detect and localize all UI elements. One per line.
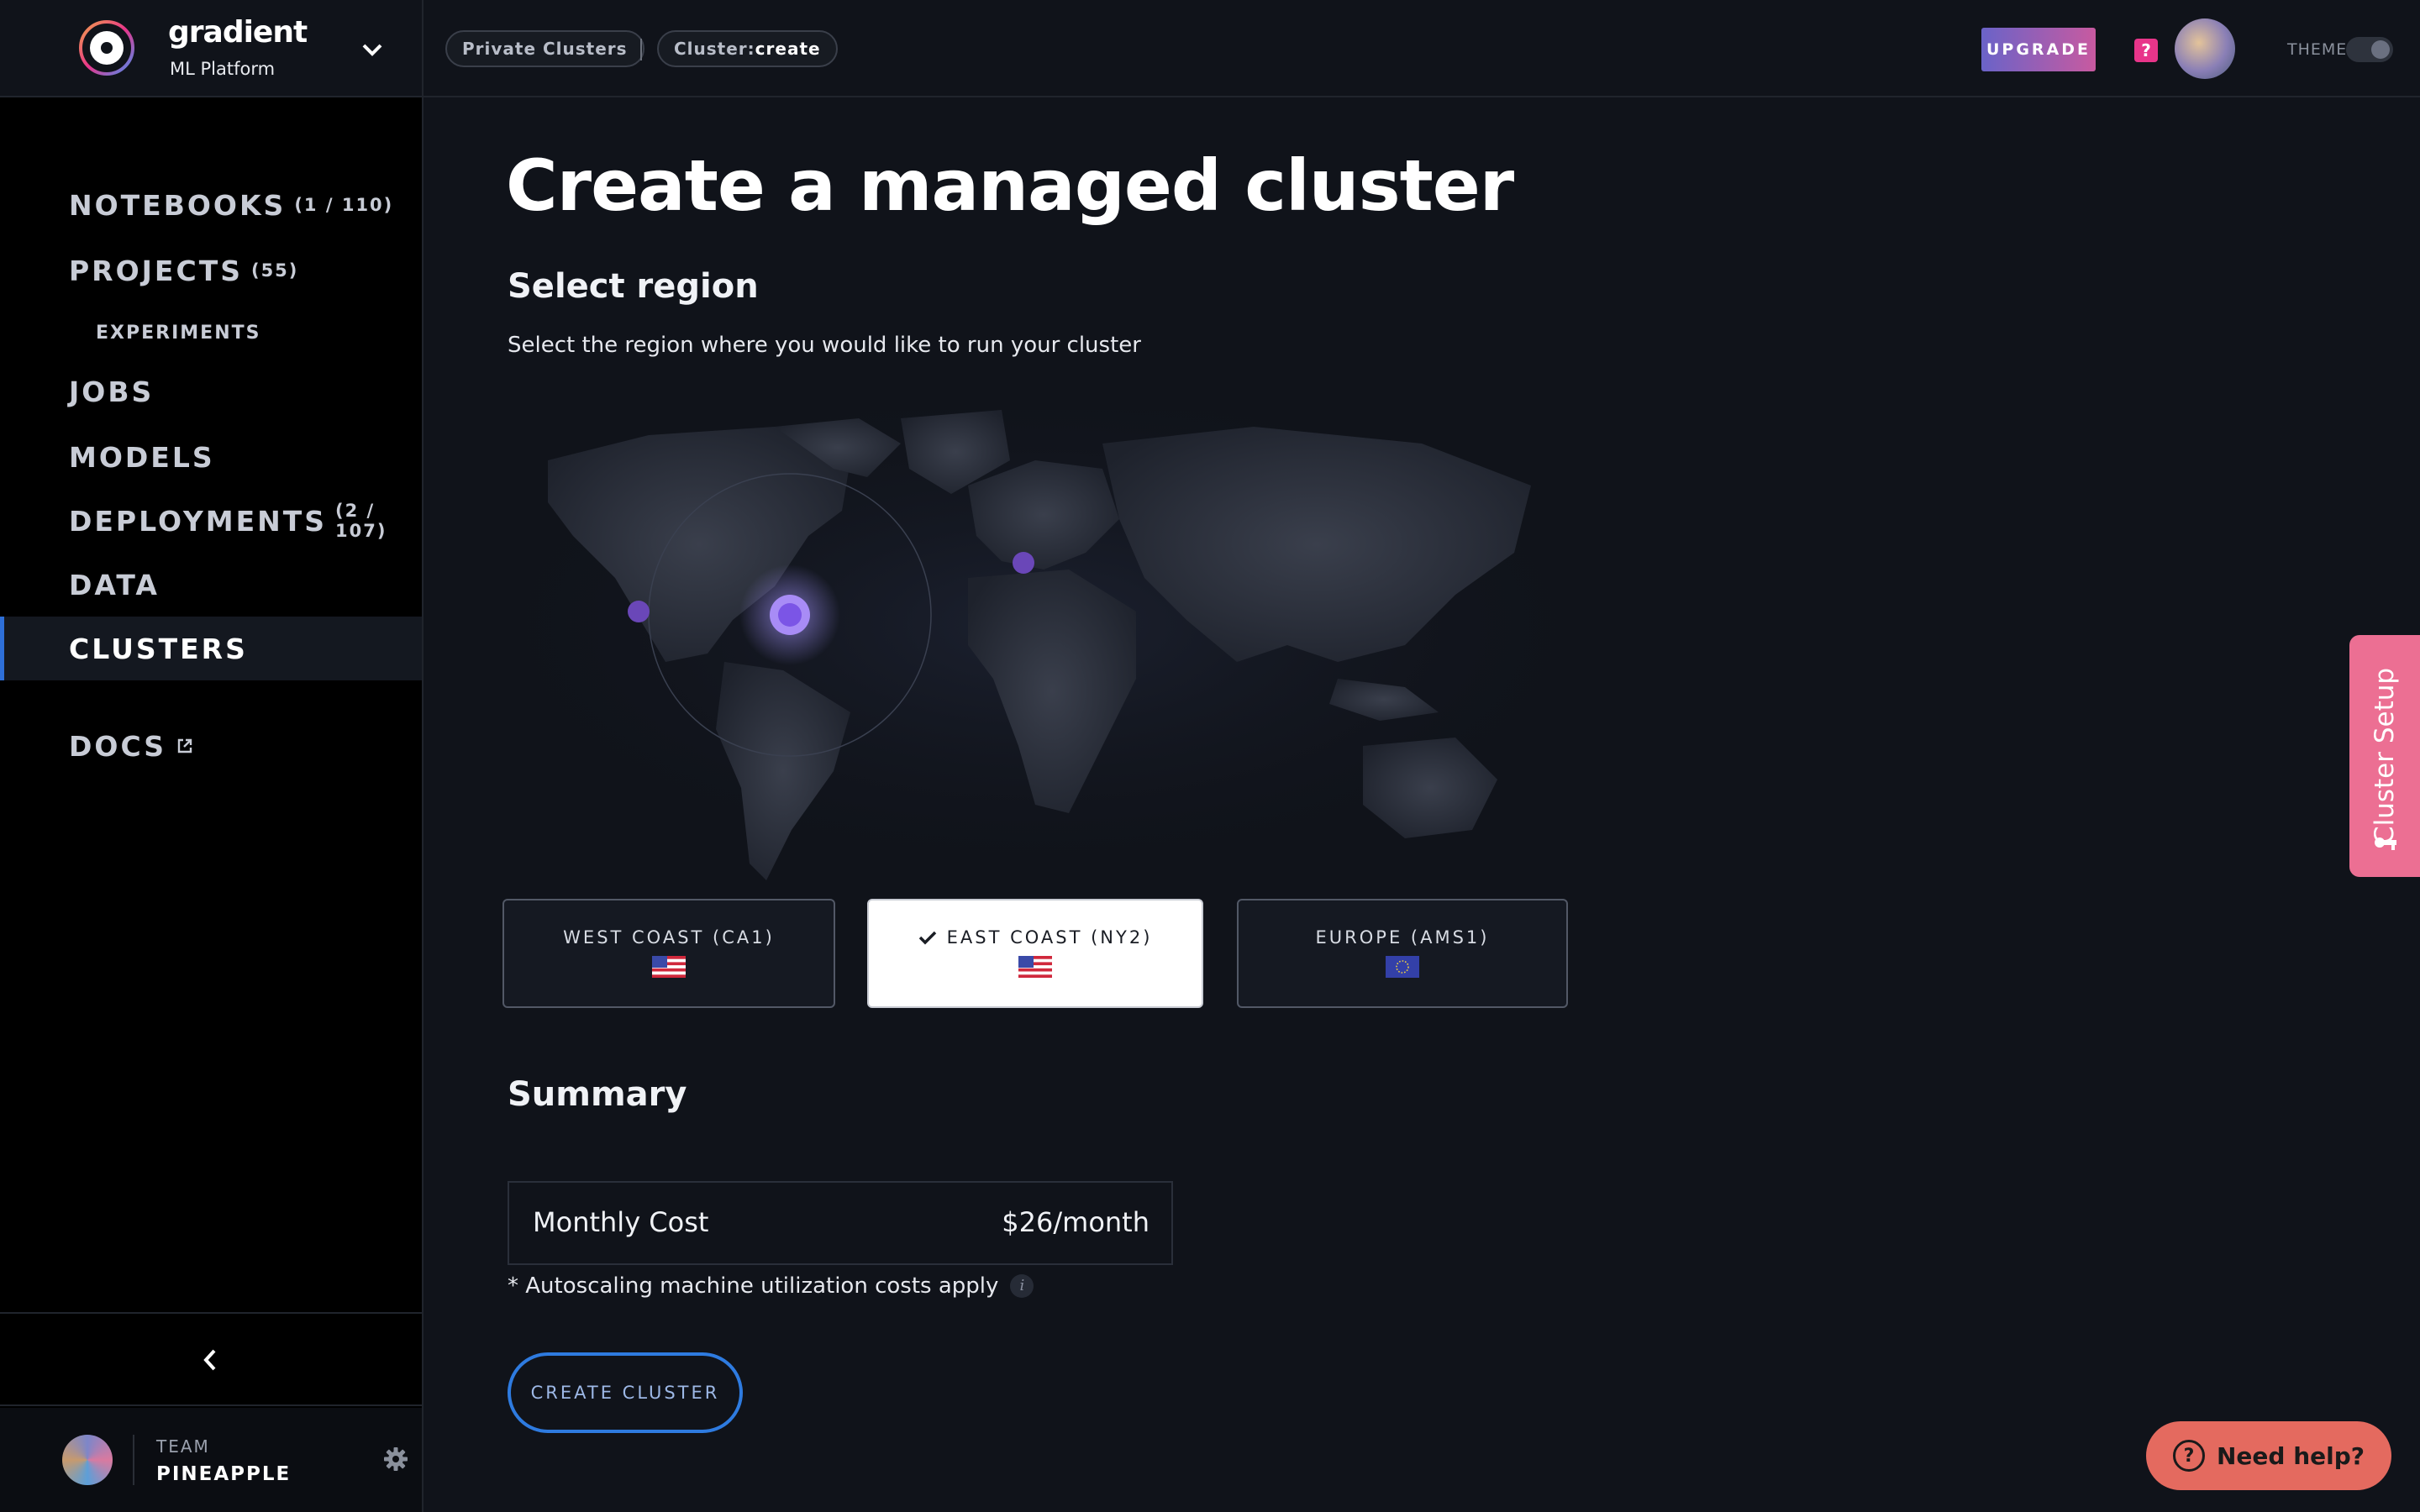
sidebar-item-label: DATA: [69, 568, 160, 601]
cluster-setup-label: Cluster Setup: [2370, 667, 2400, 845]
page-title: Create a managed cluster: [506, 144, 1514, 227]
region-label: EAST COAST (NY2): [946, 927, 1153, 948]
team-switcher[interactable]: TEAM PINEAPPLE: [0, 1408, 422, 1512]
breadcrumb-label-strong: create: [755, 39, 821, 59]
autoscaling-note: * Autoscaling machine utilization costs …: [508, 1273, 1034, 1299]
create-cluster-button[interactable]: CREATE CLUSTER: [508, 1352, 743, 1433]
sidebar-item-label: CLUSTERS: [69, 632, 248, 665]
user-avatar[interactable]: [2175, 18, 2235, 79]
breadcrumb-label: Cluster:: [674, 39, 755, 59]
cluster-setup-tab[interactable]: Cluster Setup: [2349, 635, 2420, 877]
sidebar-collapse-bar: [0, 1312, 422, 1406]
info-icon[interactable]: i: [1010, 1274, 1034, 1298]
team-label: TEAM: [156, 1436, 210, 1457]
gradient-logo-icon: [79, 20, 134, 76]
breadcrumb-separator: [640, 39, 642, 60]
sidebar-item-count: (1 / 110): [294, 195, 394, 215]
sidebar-item-label: NOTEBOOKS: [69, 188, 287, 222]
eu-flag-icon: [1386, 956, 1419, 978]
chevron-left-icon[interactable]: [200, 1346, 220, 1374]
brand-name: gradient: [168, 15, 308, 50]
sidebar-item-data[interactable]: DATA: [0, 556, 422, 613]
breadcrumb-private-clusters[interactable]: Private Clusters: [445, 30, 644, 67]
help-icon[interactable]: ?: [2134, 39, 2158, 62]
region-europe-button[interactable]: EUROPE (AMS1): [1237, 899, 1568, 1008]
sidebar-item-docs[interactable]: DOCS: [0, 717, 422, 774]
region-label-wrap: EAST COAST (NY2): [869, 927, 1202, 948]
brand-subtitle: ML Platform: [170, 59, 276, 79]
brand-header[interactable]: gradient ML Platform: [0, 0, 422, 97]
sidebar-item-notebooks[interactable]: NOTEBOOKS (1 / 110): [0, 176, 422, 234]
sidebar-item-models[interactable]: MODELS: [0, 428, 422, 486]
sidebar-item-experiments[interactable]: EXPERIMENTS: [0, 304, 422, 361]
sidebar-item-label: EXPERIMENTS: [96, 322, 261, 344]
need-help-button[interactable]: ? Need help?: [2146, 1421, 2391, 1490]
map-marker-west-coast[interactable]: [628, 601, 650, 622]
autoscaling-note-text: * Autoscaling machine utilization costs …: [508, 1273, 999, 1299]
region-description: Select the region where you would like t…: [508, 333, 1141, 358]
region-east-coast-button[interactable]: EAST COAST (NY2): [867, 899, 1203, 1008]
sidebar-item-clusters[interactable]: CLUSTERS: [0, 617, 422, 680]
theme-label: THEME: [2287, 40, 2348, 59]
monthly-cost-label: Monthly Cost: [533, 1206, 709, 1238]
breadcrumb-cluster-create[interactable]: Cluster: create: [657, 30, 838, 67]
external-link-icon: [177, 738, 192, 753]
question-circle-icon: ?: [2172, 1440, 2205, 1472]
divider: [133, 1435, 134, 1485]
world-map: [497, 410, 1581, 889]
sidebar-item-deployments[interactable]: DEPLOYMENTS (2 / 107): [0, 492, 422, 549]
sidebar-item-count: (2 / 107): [335, 501, 387, 541]
region-label: WEST COAST (CA1): [563, 927, 775, 948]
team-avatar: [62, 1435, 113, 1485]
sidebar: gradient ML Platform NOTEBOOKS (1 / 110)…: [0, 0, 424, 1512]
sidebar-item-label: JOBS: [69, 375, 155, 408]
theme-toggle[interactable]: [2346, 37, 2393, 62]
region-label: EUROPE (AMS1): [1315, 927, 1490, 948]
checkmark-icon: [918, 931, 936, 945]
map-marker-europe[interactable]: [1013, 552, 1034, 574]
summary-box: Monthly Cost $26/month: [508, 1181, 1173, 1265]
breadcrumb-label: Private Clusters: [462, 39, 628, 59]
region-heading: Select region: [508, 267, 759, 306]
sidebar-item-label: DEPLOYMENTS: [69, 504, 328, 538]
sidebar-item-label: MODELS: [69, 440, 215, 474]
chevron-down-icon[interactable]: [361, 42, 383, 57]
gear-icon[interactable]: [383, 1446, 408, 1472]
need-help-label: Need help?: [2216, 1441, 2365, 1470]
us-flag-icon: [1018, 956, 1052, 978]
sidebar-item-count: (55): [250, 260, 299, 281]
sidebar-item-label: DOCS: [69, 729, 167, 763]
key-icon: [2375, 837, 2396, 850]
sidebar-item-projects[interactable]: PROJECTS (55): [0, 242, 422, 299]
summary-heading: Summary: [508, 1075, 687, 1114]
monthly-cost-value: $26/month: [1002, 1206, 1150, 1238]
sidebar-item-label: PROJECTS: [69, 254, 243, 287]
top-bar: Private Clusters Cluster: create UPGRADE …: [424, 0, 2420, 97]
team-name: PINEAPPLE: [156, 1463, 292, 1485]
region-west-coast-button[interactable]: WEST COAST (CA1): [502, 899, 835, 1008]
map-marker-east-coast-core: [778, 603, 802, 627]
sidebar-item-jobs[interactable]: JOBS: [0, 363, 422, 420]
us-flag-icon: [652, 956, 686, 978]
upgrade-button[interactable]: UPGRADE: [1981, 28, 2096, 71]
